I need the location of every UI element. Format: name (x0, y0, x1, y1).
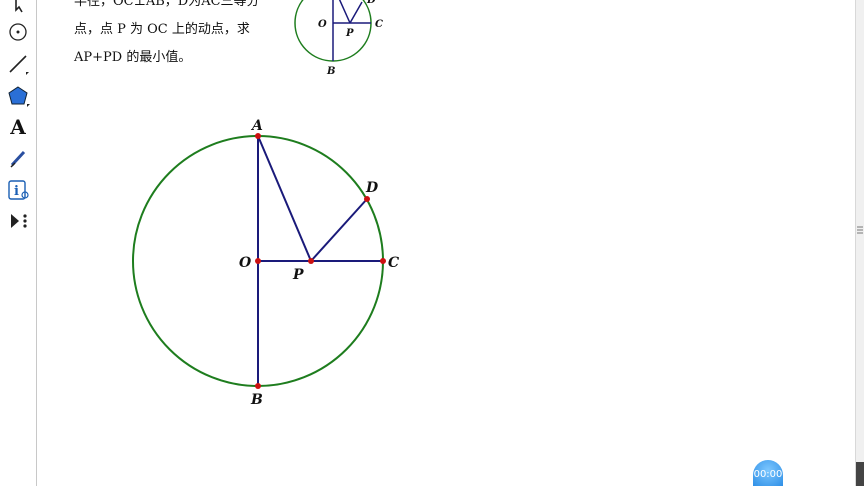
reference-segment-pd (349, 1, 363, 24)
scroll-grip-icon[interactable] (857, 226, 863, 234)
timer-value: 00:00 (753, 468, 783, 480)
point-c[interactable] (380, 258, 386, 264)
segment-ap[interactable] (257, 135, 312, 262)
main-figure: A B O C P D (132, 118, 399, 408)
reference-label-o: O (318, 19, 327, 30)
panel-tab[interactable] (856, 462, 864, 486)
reference-label-b: B (326, 66, 335, 77)
recording-timer[interactable]: 00:00 (753, 460, 783, 486)
segment-pd[interactable] (310, 198, 368, 262)
label-a[interactable]: A (250, 118, 263, 134)
reference-label-c: C (375, 19, 383, 30)
label-c[interactable]: C (388, 255, 399, 271)
reference-segment-ap (338, 0, 351, 24)
label-b[interactable]: B (250, 392, 263, 408)
label-o[interactable]: O (239, 255, 252, 271)
reference-label-d: D (366, 0, 376, 6)
label-p[interactable]: P (292, 267, 304, 283)
point-d[interactable] (364, 196, 370, 202)
reference-label-p: P (345, 28, 354, 39)
reference-figure: O P C D B (294, 0, 383, 77)
label-d[interactable]: D (365, 180, 379, 196)
point-o[interactable] (255, 258, 261, 264)
point-p[interactable] (308, 258, 314, 264)
sketch-canvas[interactable]: O P C D B A B O C P D (0, 0, 864, 486)
point-b[interactable] (255, 383, 261, 389)
vertical-scrollbar[interactable] (855, 0, 864, 486)
